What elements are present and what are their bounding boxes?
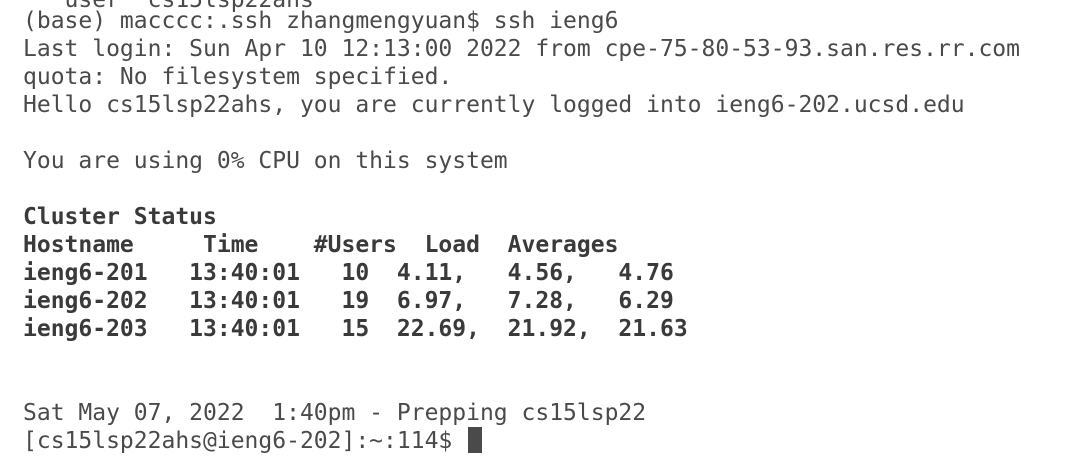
- shell-prompt-line[interactable]: [cs15lsp22ahs@ieng6-202]:~:114$: [23, 427, 483, 455]
- cluster-row-ieng6-201: ieng6-201 13:40:01 10 4.11, 4.56, 4.76: [23, 259, 674, 287]
- text-cursor: [468, 427, 483, 453]
- terminal-window[interactable]: user cs15lsp22ahs (base) macccc:.ssh zha…: [0, 0, 1068, 470]
- terminal-line-date: Sat May 07, 2022 1:40pm - Prepping cs15l…: [23, 400, 647, 426]
- terminal-line-hello: Hello cs15lsp22ahs, you are currently lo…: [23, 92, 965, 118]
- cluster-row-text: ieng6-202 13:40:01 19 6.97, 7.28, 6.29: [23, 288, 674, 314]
- cluster-row-ieng6-203: ieng6-203 13:40:01 15 22.69, 21.92, 21.6…: [23, 315, 688, 343]
- terminal-line-quota: quota: No filesystem specified.: [23, 64, 453, 90]
- cluster-row-ieng6-202: ieng6-202 13:40:01 19 6.97, 7.28, 6.29: [23, 287, 674, 315]
- cluster-status-title: Cluster Status: [23, 204, 217, 230]
- cluster-row-text: ieng6-203 13:40:01 15 22.69, 21.92, 21.6…: [23, 316, 688, 342]
- terminal-line-last-login: Last login: Sun Apr 10 12:13:00 2022 fro…: [23, 36, 1020, 62]
- cluster-status-header: Hostname Time #Users Load Averages: [23, 232, 619, 258]
- terminal-line-ssh-command: (base) macccc:.ssh zhangmengyuan$ ssh ie…: [23, 8, 619, 34]
- shell-prompt: [cs15lsp22ahs@ieng6-202]:~:114$: [23, 428, 467, 454]
- cluster-row-text: ieng6-201 13:40:01 10 4.11, 4.56, 4.76: [23, 260, 674, 286]
- terminal-line-cpu: You are using 0% CPU on this system: [23, 148, 508, 174]
